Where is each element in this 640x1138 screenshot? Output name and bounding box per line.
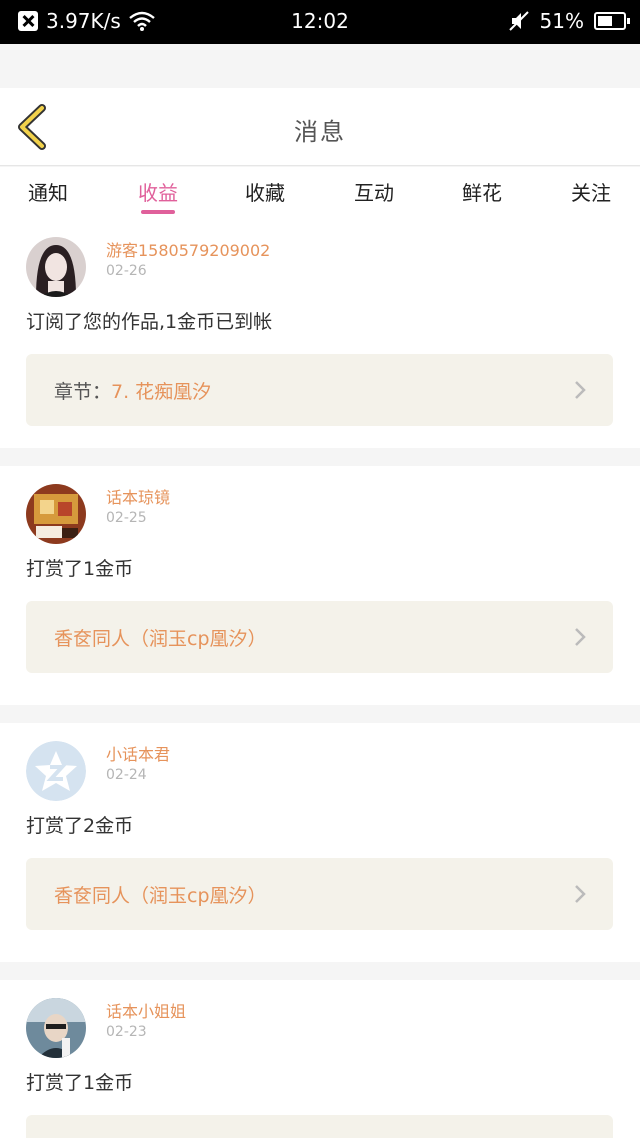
avatar[interactable] [26, 741, 86, 801]
username[interactable]: 话本小姐姐 [106, 998, 186, 1022]
link-label: 章节：7. 花痴凰汐 [54, 377, 211, 404]
date: 02-25 [106, 510, 147, 526]
username[interactable]: 游客1580579209002 [106, 237, 270, 261]
work-link[interactable]: 香奁同人（润玉cp凰汐） [26, 601, 613, 673]
page-title: 消息 [294, 118, 346, 146]
link-title: 香奁同人（润玉cp凰汐） [54, 628, 267, 650]
status-right: 51% [508, 9, 630, 33]
chapter-link[interactable]: 章节：7. 花痴凰汐 [26, 354, 613, 426]
date: 02-26 [106, 263, 147, 279]
avatar[interactable] [26, 998, 86, 1058]
chevron-right-icon [575, 381, 586, 399]
link-prefix: 章节： [54, 381, 112, 403]
tab-interaction[interactable]: 互动 [339, 177, 409, 206]
work-link[interactable] [26, 1115, 613, 1138]
link-title: 香奁同人（润玉cp凰汐） [54, 885, 267, 907]
date: 02-23 [106, 1024, 147, 1040]
tab-income[interactable]: 收益 [123, 177, 193, 214]
status-bar: 3.97K/s 12:02 51% [0, 0, 640, 44]
chevron-right-icon [575, 628, 586, 646]
date: 02-24 [106, 767, 147, 783]
message-text: 打赏了1金币 [26, 558, 134, 580]
chevron-right-icon [575, 885, 586, 903]
message-item: 话本小姐姐 02-23 打赏了1金币 [0, 980, 640, 1138]
message-item: 话本琼镜 02-25 打赏了1金币 香奁同人（润玉cp凰汐） [0, 466, 640, 705]
battery-icon [594, 12, 630, 30]
battery-percent: 51% [539, 9, 584, 33]
tab-bar: 通知 收益 收藏 互动 鲜花 关注 [0, 167, 640, 221]
username[interactable]: 话本琼镜 [106, 484, 170, 508]
tab-notice[interactable]: 通知 [13, 177, 83, 206]
message-item: 小话本君 02-24 打赏了2金币 香奁同人（润玉cp凰汐） [0, 723, 640, 962]
avatar[interactable] [26, 484, 86, 544]
message-text: 打赏了2金币 [26, 815, 134, 837]
message-text: 打赏了1金币 [26, 1072, 134, 1094]
link-title: 7. 花痴凰汐 [111, 381, 212, 403]
message-text: 订阅了您的作品,1金币已到帐 [26, 311, 273, 333]
message-item: 游客1580579209002 02-26 订阅了您的作品,1金币已到帐 章节：… [0, 219, 640, 448]
header-bar: 消息 [0, 88, 640, 166]
tab-follow[interactable]: 关注 [556, 177, 626, 206]
tab-favorites[interactable]: 收藏 [230, 177, 300, 206]
tab-flowers[interactable]: 鲜花 [447, 177, 517, 206]
work-link[interactable]: 香奁同人（润玉cp凰汐） [26, 858, 613, 930]
avatar[interactable] [26, 237, 86, 297]
mute-icon [508, 11, 529, 31]
username[interactable]: 小话本君 [106, 741, 170, 765]
